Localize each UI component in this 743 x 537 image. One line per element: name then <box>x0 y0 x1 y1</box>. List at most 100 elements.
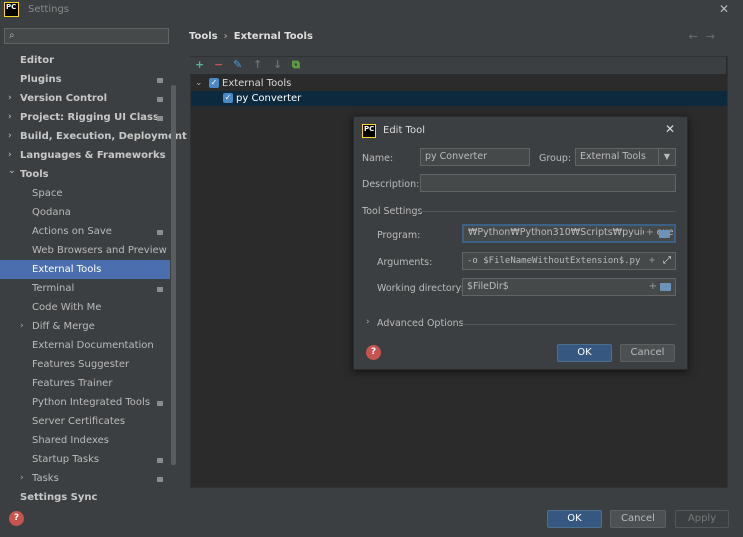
group-checkbox[interactable]: ✓ <box>209 78 219 88</box>
sidebar-item-space[interactable]: Space <box>0 184 170 203</box>
expand-icon[interactable]: ⤢ <box>663 253 671 269</box>
breadcrumb-parent[interactable]: Tools <box>189 31 218 42</box>
chevron-right-icon[interactable]: › <box>8 127 12 146</box>
folder-browse-icon[interactable] <box>660 283 671 291</box>
add-icon[interactable]: + <box>195 58 204 71</box>
item-checkbox[interactable]: ✓ <box>223 93 233 103</box>
sidebar-item-external-documentation[interactable]: External Documentation <box>0 336 170 355</box>
sidebar-item-web-browsers-and-preview[interactable]: Web Browsers and Preview <box>0 241 170 260</box>
tools-toolbar: + − ✎ ↑ ↓ ⧉ <box>190 57 726 74</box>
sidebar-item-label: Plugins <box>20 74 62 85</box>
tool-settings-label: Tool Settings <box>362 206 423 217</box>
add-macro-icon[interactable]: + <box>649 279 657 295</box>
name-field[interactable]: py Converter <box>420 148 530 166</box>
chevron-right-icon[interactable]: › <box>20 317 24 336</box>
chevron-down-icon[interactable]: ▼ <box>658 149 675 165</box>
sidebar-scrollbar[interactable] <box>171 85 176 465</box>
project-level-icon <box>157 400 163 406</box>
folder-browse-icon[interactable] <box>659 230 670 238</box>
sidebar-item-terminal[interactable]: Terminal <box>0 279 170 298</box>
sidebar-item-label: Code With Me <box>32 302 102 313</box>
add-macro-icon[interactable]: + <box>646 253 657 269</box>
sidebar-item-label: External Tools <box>32 264 102 275</box>
sidebar-item-external-tools[interactable]: External Tools <box>0 260 170 279</box>
sidebar-item-shared-indexes[interactable]: Shared Indexes <box>0 431 170 450</box>
project-level-icon <box>157 476 163 482</box>
working-directory-value: $FileDir$ <box>467 281 509 292</box>
history-nav: ←→ <box>689 30 723 43</box>
sidebar-item-label: Languages & Frameworks <box>20 150 166 161</box>
help-icon[interactable]: ? <box>366 345 381 360</box>
copy-icon[interactable]: ⧉ <box>292 58 300 72</box>
chevron-right-icon[interactable]: › <box>366 317 370 327</box>
description-field[interactable] <box>420 174 676 192</box>
remove-icon[interactable]: − <box>214 58 223 71</box>
sidebar-item-label: Qodana <box>32 207 71 218</box>
sidebar-item-features-trainer[interactable]: Features Trainer <box>0 374 170 393</box>
tree-item-py-converter[interactable]: ✓ py Converter <box>191 91 727 106</box>
advanced-options-toggle[interactable]: Advanced Options <box>377 318 464 329</box>
sidebar-item-tools[interactable]: ⌄ Tools <box>0 165 170 184</box>
dialog-ok-button[interactable]: OK <box>557 344 612 362</box>
breadcrumb-separator: › <box>223 31 228 42</box>
sidebar-item-tasks[interactable]: › Tasks <box>0 469 170 488</box>
chevron-down-icon[interactable]: ⌄ <box>195 76 203 91</box>
arguments-field[interactable]: -o $FileNameWithoutExtension$.py + ⤢ <box>462 252 676 270</box>
sidebar-item-features-suggester[interactable]: Features Suggester <box>0 355 170 374</box>
sidebar-item-diff-merge[interactable]: › Diff & Merge <box>0 317 170 336</box>
sidebar-item-label: Tools <box>20 169 49 180</box>
sidebar-item-code-with-me[interactable]: Code With Me <box>0 298 170 317</box>
move-up-icon[interactable]: ↑ <box>253 58 262 71</box>
tree-item-label: py Converter <box>236 93 302 104</box>
sidebar-item-label: Diff & Merge <box>32 321 95 332</box>
sidebar-item-label: Editor <box>20 55 54 66</box>
sidebar-item-version-control[interactable]: › Version Control <box>0 89 170 108</box>
sidebar-item-settings-sync[interactable]: Settings Sync <box>0 488 170 507</box>
help-icon[interactable]: ? <box>9 511 24 526</box>
sidebar-item-plugins[interactable]: Plugins <box>0 70 170 89</box>
back-arrow-icon[interactable]: ← <box>689 30 706 43</box>
sidebar-item-label: External Documentation <box>32 340 154 351</box>
tree-group-label: External Tools <box>222 78 292 89</box>
description-label: Description: <box>362 179 420 190</box>
window-close-icon[interactable]: ✕ <box>719 2 729 16</box>
project-level-icon <box>157 457 163 463</box>
sidebar-item-python-integrated-tools[interactable]: Python Integrated Tools <box>0 393 170 412</box>
sidebar-item-build-execution-deployment[interactable]: › Build, Execution, Deployment <box>0 127 187 146</box>
sidebar-item-actions-on-save[interactable]: Actions on Save <box>0 222 170 241</box>
sidebar-item-project-rigging-ui-class[interactable]: › Project: Rigging UI Class <box>0 108 170 127</box>
sidebar-item-label: Version Control <box>20 93 108 104</box>
chevron-right-icon[interactable]: › <box>20 469 24 488</box>
section-divider <box>420 211 676 212</box>
forward-arrow-icon[interactable]: → <box>706 30 723 43</box>
working-directory-field[interactable]: $FileDir$ + <box>462 278 676 296</box>
group-select[interactable]: External Tools ▼ <box>575 148 676 166</box>
chevron-right-icon[interactable]: › <box>8 108 12 127</box>
sidebar-item-label: Actions on Save <box>32 226 112 237</box>
sidebar-item-qodana[interactable]: Qodana <box>0 203 170 222</box>
edit-tool-dialog: PC Edit Tool ✕ Name: py Converter Group:… <box>353 116 688 370</box>
apply-button[interactable]: Apply <box>675 510 729 528</box>
chevron-right-icon[interactable]: › <box>8 89 12 108</box>
ok-button[interactable]: OK <box>547 510 602 528</box>
search-input[interactable]: ⌕ <box>4 28 169 44</box>
sidebar-item-server-certificates[interactable]: Server Certificates <box>0 412 170 431</box>
program-field[interactable]: ₩Python₩Python310₩Scripts₩pyuic5.exe + <box>462 224 676 243</box>
sidebar-item-editor[interactable]: Editor <box>0 51 170 70</box>
dialog-close-icon[interactable]: ✕ <box>665 122 675 136</box>
name-label: Name: <box>362 153 394 164</box>
chevron-down-icon[interactable]: ⌄ <box>8 162 16 181</box>
group-label: Group: <box>539 153 572 164</box>
add-macro-icon[interactable]: + <box>643 226 656 240</box>
tree-group-external-tools[interactable]: ⌄ ✓ External Tools <box>191 76 727 91</box>
dialog-cancel-button[interactable]: Cancel <box>620 344 675 362</box>
window-title: Settings <box>28 4 70 15</box>
program-label: Program: <box>377 230 421 241</box>
advanced-divider <box>461 324 676 325</box>
sidebar-item-languages-frameworks[interactable]: › Languages & Frameworks <box>0 146 170 165</box>
cancel-button[interactable]: Cancel <box>610 510 666 528</box>
move-down-icon[interactable]: ↓ <box>273 58 282 71</box>
edit-pencil-icon[interactable]: ✎ <box>233 58 242 71</box>
sidebar-item-startup-tasks[interactable]: Startup Tasks <box>0 450 170 469</box>
project-level-icon <box>157 229 163 235</box>
